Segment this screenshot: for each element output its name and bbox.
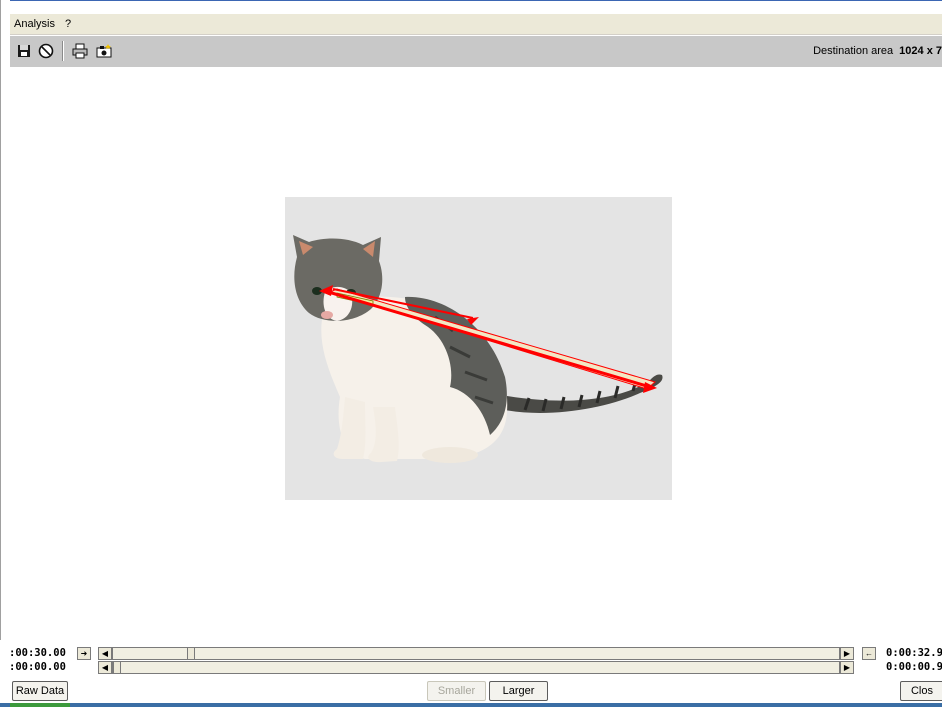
scroll-right-button[interactable]: ▶ — [840, 647, 854, 660]
taskbar-edge — [0, 703, 942, 707]
save-icon — [18, 45, 30, 57]
arrow-left-icon: ◀ — [101, 662, 109, 672]
arrow-right-icon: ➜ — [80, 648, 88, 658]
position-left-button[interactable]: ◀ — [98, 661, 112, 674]
left-border — [0, 0, 10, 707]
segment-start-time: :00:30.00 — [9, 647, 66, 659]
toolbar: Destination area 1024 x 7 — [10, 36, 942, 67]
arrow-left-icon: ← — [865, 648, 873, 658]
arrow-left-icon: ◀ — [101, 648, 109, 658]
clock-icon — [38, 43, 54, 59]
position-scroll-thumb[interactable] — [113, 661, 121, 674]
set-start-button[interactable]: ➜ — [77, 647, 91, 660]
smaller-button[interactable]: Smaller — [427, 681, 486, 701]
set-end-button[interactable]: ← — [862, 647, 876, 660]
stop-button[interactable] — [36, 41, 56, 61]
position-start-time: :00:00.00 — [9, 661, 66, 673]
close-button[interactable]: Clos — [900, 681, 942, 701]
segment-end-time: 0:00:32.9 — [886, 647, 942, 659]
menu-analysis[interactable]: Analysis — [10, 18, 61, 30]
destination-value: 1024 x 7 — [899, 45, 942, 57]
save-button[interactable] — [14, 41, 34, 61]
print-icon — [72, 43, 88, 59]
destination-label: Destination area — [813, 45, 894, 57]
window-title-edge — [0, 0, 942, 1]
raw-data-button[interactable]: Raw Data — [12, 681, 68, 701]
print-button[interactable] — [70, 41, 90, 61]
arrow-right-icon: ▶ — [843, 662, 851, 672]
playback-panel: :00:30.00 :00:00.00 ➜ ◀ ▶ ◀ ▶ ← 0:00:32.… — [9, 644, 942, 707]
position-end-time: 0:00:00.9 — [886, 661, 942, 673]
arrow-right-icon: ▶ — [843, 648, 851, 658]
menu-bar: Analysis ? — [10, 14, 942, 35]
cat-image — [293, 235, 663, 463]
position-scrollbar[interactable] — [112, 661, 840, 674]
toolbar-separator — [62, 41, 64, 61]
taskbar-start-edge — [10, 703, 70, 707]
camera-icon — [96, 44, 112, 58]
position-right-button[interactable]: ▶ — [840, 661, 854, 674]
left-border-line — [0, 0, 1, 640]
destination-area: Destination area 1024 x 7 — [813, 45, 942, 57]
cat-photo — [285, 197, 672, 500]
segment-scrollbar[interactable] — [112, 647, 840, 660]
window-top-border — [0, 0, 942, 12]
scroll-left-button[interactable]: ◀ — [98, 647, 112, 660]
segment-scroll-thumb[interactable] — [187, 647, 195, 660]
larger-button[interactable]: Larger — [489, 681, 548, 701]
menu-help[interactable]: ? — [61, 18, 77, 30]
snapshot-button[interactable] — [94, 41, 114, 61]
